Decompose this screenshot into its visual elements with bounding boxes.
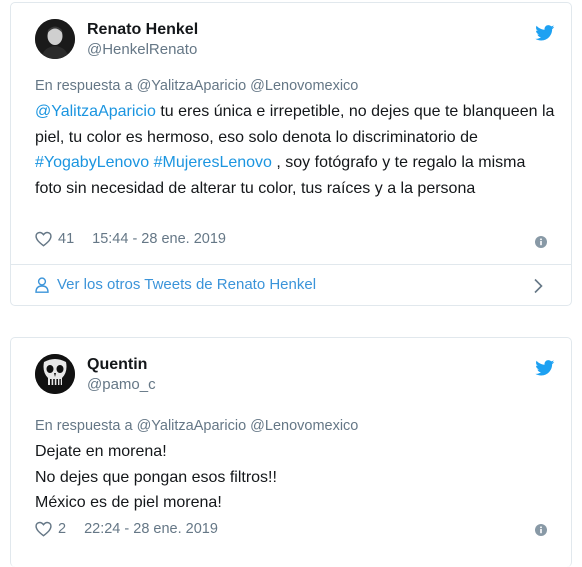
info-icon[interactable] [535, 524, 547, 536]
tweet-line: No dejes que pongan esos filtros!! [35, 468, 277, 486]
heart-outline-icon[interactable] [35, 231, 52, 247]
heart-outline-icon[interactable] [35, 521, 52, 537]
author-name[interactable]: Quentin [87, 355, 156, 375]
tweet-card-renato: Renato Henkel @HenkelRenato En respuesta… [10, 2, 572, 306]
author-handle[interactable]: @pamo_c [87, 375, 156, 395]
twitter-bird-icon[interactable] [535, 360, 555, 376]
tweet-line: Dejate en morena! [35, 443, 167, 460]
reply-mentions[interactable]: @YalitzaAparicio @Lenovomexico [137, 78, 359, 94]
chevron-right-icon[interactable] [533, 278, 543, 294]
like-count: 2 [58, 521, 67, 537]
timestamp[interactable]: 15:44 - 28 ene. 2019 [92, 231, 226, 247]
tweet-line: México es de piel morena! [35, 494, 222, 511]
tweet-meta: 41 15:44 - 28 ene. 2019 [35, 231, 226, 247]
info-icon[interactable] [535, 236, 547, 248]
avatar[interactable] [35, 19, 75, 59]
tweet-card-quentin: Quentin @pamo_c En respuesta a @YalitzaA… [10, 337, 572, 567]
mention-link[interactable]: @YalitzaAparicio [35, 103, 156, 120]
reply-context: En respuesta a @YalitzaAparicio @Lenovom… [35, 418, 359, 434]
twitter-bird-icon[interactable] [535, 25, 555, 41]
tweet-text: @YalitzaAparicio tu eres única e irrepet… [35, 103, 555, 197]
author-name[interactable]: Renato Henkel [87, 20, 198, 40]
tweet-meta: 2 22:24 - 28 ene. 2019 [35, 521, 218, 537]
person-icon [35, 276, 49, 293]
reply-mentions[interactable]: @YalitzaAparicio @Lenovomexico [137, 418, 359, 434]
more-tweets-label[interactable]: Ver los otros Tweets de Renato Henkel [57, 276, 316, 293]
reply-context: En respuesta a @YalitzaAparicio @Lenovom… [35, 78, 359, 94]
more-tweets-link[interactable]: Ver los otros Tweets de Renato Henkel [35, 276, 555, 294]
avatar[interactable] [35, 354, 75, 394]
like-count: 41 [58, 231, 75, 247]
timestamp[interactable]: 22:24 - 28 ene. 2019 [84, 521, 218, 537]
tweet-text: Dejate en morena! No dejes que pongan es… [35, 439, 555, 516]
divider [11, 264, 571, 265]
hashtag-link[interactable]: #YogabyLenovo [35, 154, 149, 171]
author-handle[interactable]: @HenkelRenato [87, 40, 198, 60]
hashtag-link[interactable]: #MujeresLenovo [154, 154, 272, 171]
